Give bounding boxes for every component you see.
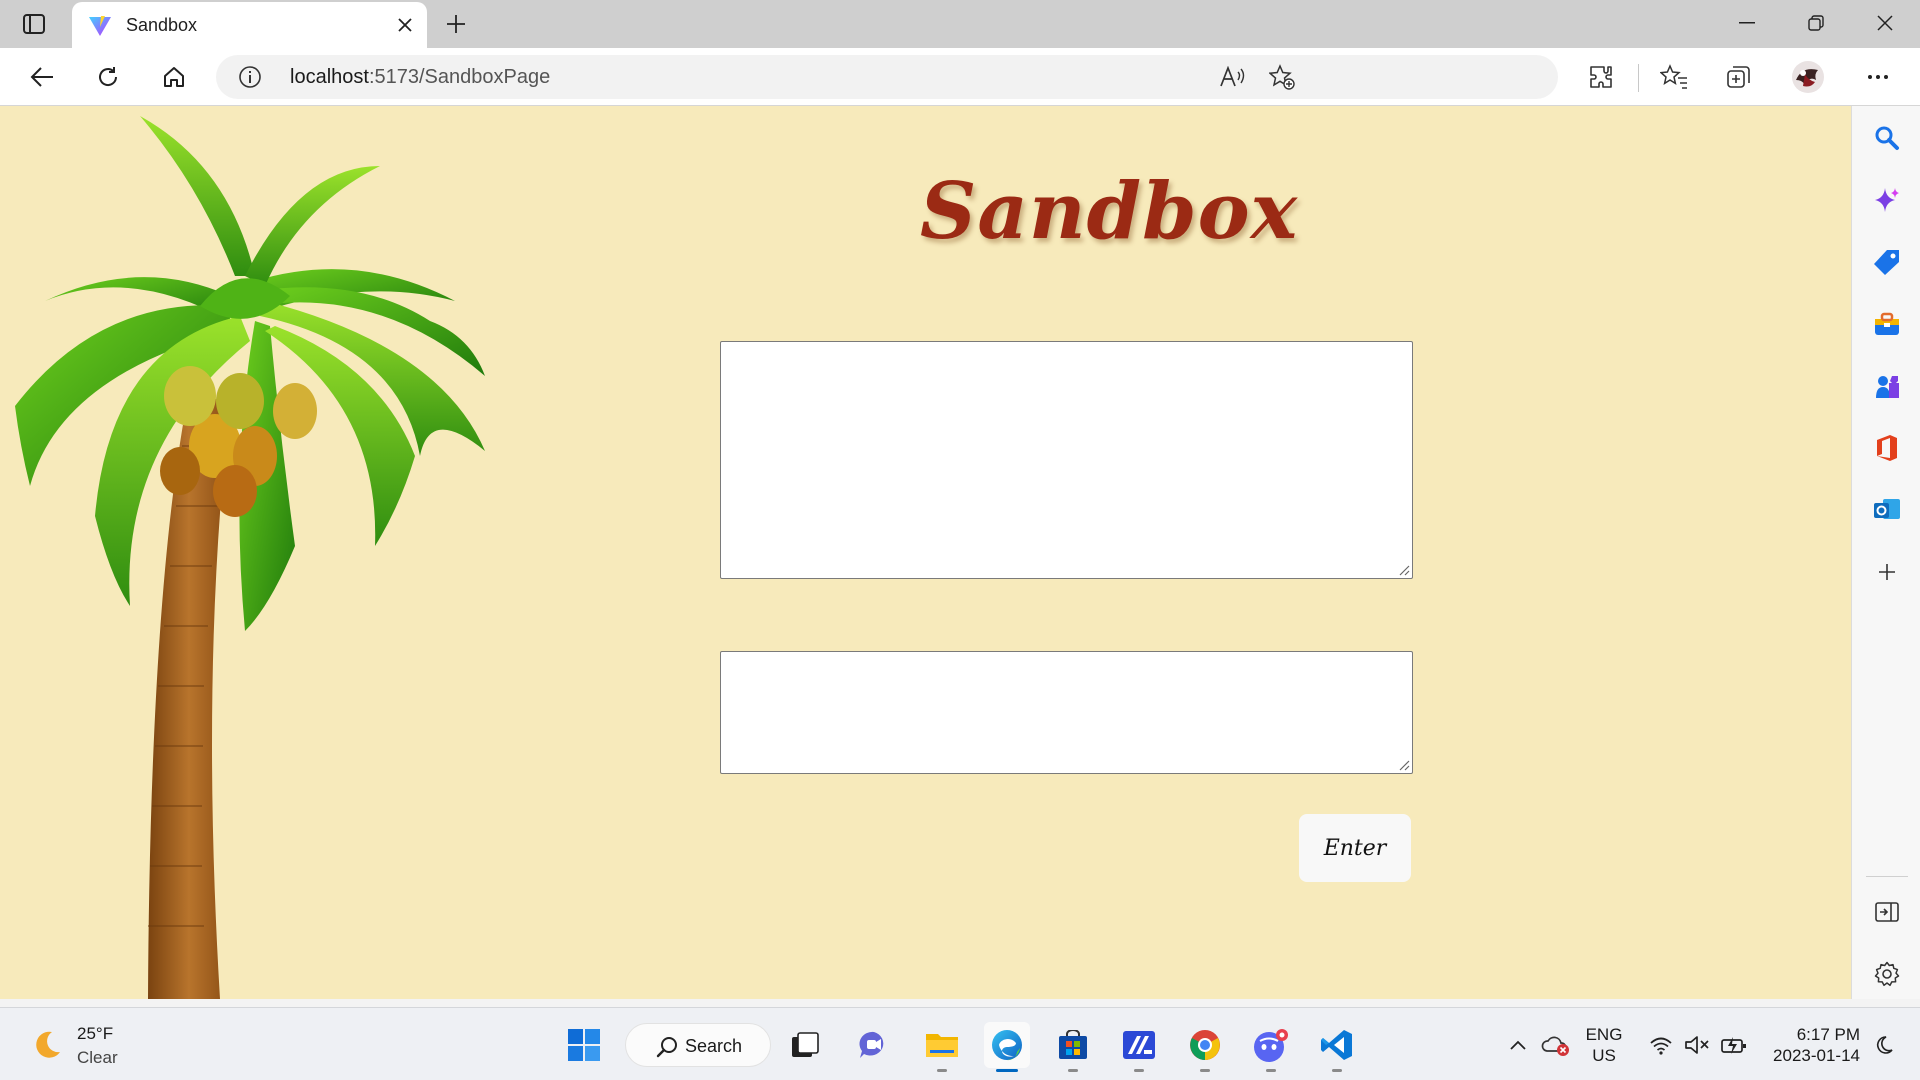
tab-title: Sandbox xyxy=(126,15,198,35)
office-icon[interactable] xyxy=(1870,431,1904,465)
url-text[interactable]: localhost:5173/SandboxPage xyxy=(290,66,550,89)
vite-favicon-icon xyxy=(89,16,111,36)
language-indicator[interactable]: ENG US xyxy=(1580,1024,1628,1066)
hide-sidebar-icon[interactable] xyxy=(1870,895,1904,929)
enter-button[interactable]: Enter xyxy=(1299,814,1411,882)
outlook-icon[interactable] xyxy=(1870,493,1904,527)
address-bar[interactable]: localhost:5173/SandboxPage xyxy=(216,55,1558,99)
page-content: Sandbox Enter xyxy=(0,106,1851,999)
search-icon[interactable] xyxy=(1870,121,1904,155)
tab-strip: Sandbox xyxy=(0,0,1920,48)
edge-sidebar xyxy=(1851,106,1920,999)
discord-icon[interactable] xyxy=(1248,1022,1294,1072)
edge-browser-icon[interactable] xyxy=(984,1022,1030,1072)
browser-tab-active[interactable]: Sandbox xyxy=(72,2,427,48)
add-sidebar-app-icon[interactable] xyxy=(1870,555,1904,589)
volume-muted-icon[interactable] xyxy=(1682,1028,1712,1062)
add-favorite-icon[interactable] xyxy=(1268,63,1296,91)
site-info-icon[interactable] xyxy=(238,65,262,89)
refresh-icon[interactable] xyxy=(90,59,126,95)
collections-icon[interactable] xyxy=(1721,59,1757,95)
extensions-icon[interactable] xyxy=(1583,59,1619,95)
taskbar-search[interactable]: Search xyxy=(625,1023,771,1067)
text-input-bottom[interactable] xyxy=(720,651,1413,774)
minimize-icon[interactable] xyxy=(1713,0,1781,46)
resize-grip-icon[interactable] xyxy=(1396,757,1410,771)
games-icon[interactable] xyxy=(1870,369,1904,403)
profile-avatar[interactable] xyxy=(1790,59,1826,95)
task-view-icon[interactable] xyxy=(782,1022,828,1068)
focus-moon-icon[interactable] xyxy=(1870,1028,1898,1062)
read-aloud-icon[interactable] xyxy=(1218,63,1246,91)
teams-chat-icon[interactable] xyxy=(851,1022,897,1068)
shopping-tag-icon[interactable] xyxy=(1870,245,1904,279)
toolbar-divider xyxy=(1638,64,1639,92)
text-input-top[interactable] xyxy=(720,341,1413,579)
moon-weather-icon[interactable] xyxy=(30,1028,64,1062)
start-windows-icon[interactable] xyxy=(561,1022,607,1068)
home-icon[interactable] xyxy=(156,59,192,95)
wifi-icon[interactable] xyxy=(1646,1028,1676,1062)
weather-description[interactable]: Clear xyxy=(77,1048,118,1068)
browser-toolbar: localhost:5173/SandboxPage xyxy=(0,48,1920,106)
show-hidden-icons-chevron-icon[interactable] xyxy=(1504,1028,1532,1062)
tab-actions-icon[interactable] xyxy=(16,10,52,38)
tools-briefcase-icon[interactable] xyxy=(1870,307,1904,341)
onedrive-error-icon[interactable] xyxy=(1538,1028,1574,1062)
windows-taskbar: 25°F Clear Search ENG US 6:17 PM 2023-01-1… xyxy=(0,1007,1920,1080)
restore-icon[interactable] xyxy=(1782,0,1850,46)
search-label: Search xyxy=(685,1036,743,1056)
microsoft-store-icon[interactable] xyxy=(1050,1022,1096,1072)
page-heading: Sandbox xyxy=(920,166,1299,257)
settings-gear-icon[interactable] xyxy=(1870,957,1904,991)
back-icon[interactable] xyxy=(24,59,60,95)
close-tab-icon[interactable] xyxy=(391,11,419,39)
sidebar-divider xyxy=(1866,876,1908,877)
favorites-icon[interactable] xyxy=(1656,59,1692,95)
app-launcher-icon[interactable] xyxy=(1116,1022,1162,1072)
resize-grip-icon[interactable] xyxy=(1396,562,1410,576)
weather-temperature[interactable]: 25°F xyxy=(77,1024,113,1044)
more-options-icon[interactable] xyxy=(1860,59,1896,95)
copilot-sparkle-icon[interactable] xyxy=(1870,183,1904,217)
new-tab-icon[interactable] xyxy=(440,8,472,40)
system-clock[interactable]: 6:17 PM 2023-01-14 xyxy=(1760,1024,1860,1066)
close-window-icon[interactable] xyxy=(1851,0,1919,46)
search-icon xyxy=(656,1037,677,1058)
vscode-icon[interactable] xyxy=(1314,1022,1360,1072)
battery-charging-icon[interactable] xyxy=(1718,1028,1750,1062)
chrome-icon[interactable] xyxy=(1182,1022,1228,1072)
file-explorer-icon[interactable] xyxy=(919,1022,965,1072)
palm-tree-illustration xyxy=(15,116,485,999)
